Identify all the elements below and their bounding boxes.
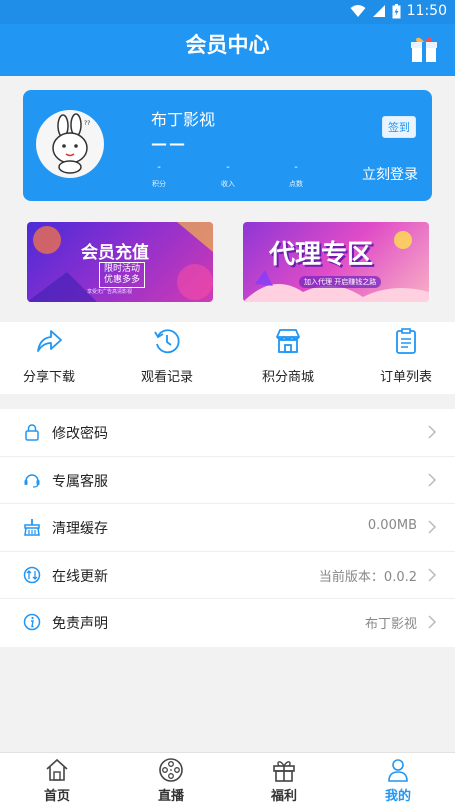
cache-size-value: 0.00MB	[367, 518, 417, 533]
stat-points: - 积分	[152, 162, 166, 188]
page-title: 会员中心	[185, 33, 270, 57]
menu-online-update[interactable]: 在线更新 当前版本：0.0.2	[0, 552, 455, 599]
profile-name: 布丁影视	[151, 110, 216, 129]
profile-card: ?? 布丁影视 —— 签到 - 积分 - 收入 - 点数 立刻登录	[23, 90, 432, 201]
update-icon	[23, 566, 41, 583]
banner-member-recharge[interactable]: 会员充值 限时活动 优惠多多 享受无广告高清影视	[27, 222, 213, 302]
menu-customer-service[interactable]: 专属客服	[0, 457, 455, 504]
banner-agent-subtext: 加入代理 开启赚钱之路	[299, 276, 382, 288]
quick-points-store[interactable]: 积分商城	[248, 326, 328, 385]
info-icon	[23, 613, 41, 631]
checkin-button[interactable]: 签到	[382, 116, 416, 138]
chevron-right-icon	[428, 615, 437, 629]
history-icon	[154, 329, 180, 354]
svg-text:??: ??	[84, 120, 90, 127]
lock-icon	[25, 424, 39, 441]
tab-home[interactable]: 首页	[17, 757, 97, 804]
profile-id-placeholder: ——	[151, 134, 187, 153]
banner-member-title: 会员充值	[81, 243, 149, 263]
rabbit-avatar-icon: ??	[52, 113, 90, 174]
share-icon	[37, 330, 62, 352]
chevron-right-icon	[428, 520, 437, 534]
bottom-tab-bar: 首页 直播 福利 我的	[0, 752, 455, 808]
tab-welfare[interactable]: 福利	[244, 757, 324, 804]
quick-order-list[interactable]: 订单列表	[366, 326, 446, 385]
avatar[interactable]: ??	[36, 110, 104, 178]
banner-member-tag: 限时活动 优惠多多	[99, 262, 146, 288]
banner-agent-zone[interactable]: 代理专区 加入代理 开启赚钱之路	[243, 222, 429, 302]
chevron-right-icon	[428, 567, 437, 582]
battery-icon	[392, 3, 401, 18]
status-bar: 11:50	[0, 0, 455, 24]
title-bar: 会员中心	[0, 24, 455, 76]
banner-agent-title: 代理专区	[269, 240, 374, 270]
user-icon	[388, 759, 408, 782]
chevron-right-icon	[428, 472, 437, 487]
quick-actions: 分享下载 观看记录 积分商城 订单列表	[0, 322, 455, 394]
customer-service-icon	[24, 473, 40, 488]
store-icon	[276, 329, 300, 353]
gift-icon	[273, 761, 295, 782]
chevron-right-icon	[428, 425, 437, 439]
gift-icon[interactable]	[409, 34, 439, 64]
menu-change-password[interactable]: 修改密码	[0, 409, 455, 457]
wifi-icon	[350, 5, 366, 17]
quick-share-download[interactable]: 分享下载	[9, 326, 89, 385]
menu-clear-cache[interactable]: 清理缓存 0.00MB	[0, 504, 455, 552]
version-value: 当前版本：0.0.2	[318, 569, 417, 585]
signal-icon	[372, 5, 385, 17]
home-icon	[46, 758, 68, 781]
status-time: 11:50	[406, 3, 447, 19]
login-button[interactable]: 立刻登录	[362, 164, 418, 184]
stat-income: - 收入	[221, 162, 235, 188]
quick-watch-history[interactable]: 观看记录	[127, 326, 207, 385]
tab-mine[interactable]: 我的	[358, 757, 438, 804]
banner-member-subtext: 享受无广告高清影视	[87, 289, 133, 295]
settings-menu: 修改密码 专属客服 清理缓存 0.00MB 在线更新 当前版本：0.0.2 免责…	[0, 409, 455, 647]
order-list-icon	[396, 328, 416, 354]
stat-credits: - 点数	[289, 162, 303, 188]
tab-live[interactable]: 直播	[131, 757, 211, 804]
menu-disclaimer[interactable]: 免责声明 布丁影视	[0, 599, 455, 647]
film-reel-icon	[159, 758, 183, 782]
clean-cache-icon	[24, 519, 40, 536]
